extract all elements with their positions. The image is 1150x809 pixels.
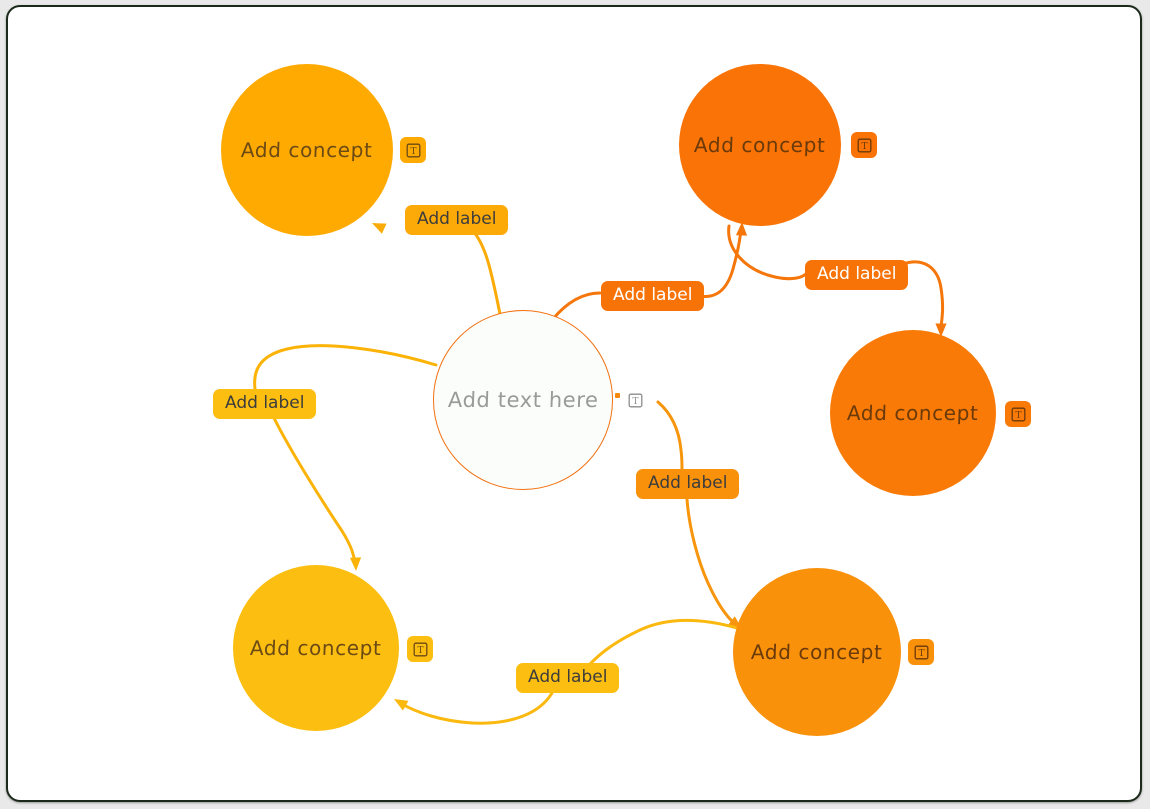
center-node-label: Add text here [447,388,599,412]
svg-text:T: T [918,649,924,659]
label-center-to-bottom-right[interactable]: Add label [636,469,740,499]
center-node-handle[interactable] [615,393,620,398]
concept-bottom-left[interactable]: Add concept [233,565,399,731]
concept-map-app: Add text here T Add concept T Add concept T Ad… [0,0,1150,809]
map-canvas[interactable]: Add text here T Add concept T Add concept T Ad… [0,0,1150,809]
edge-path[interactable] [727,224,809,281]
label-top-right-to-right[interactable]: Add label [805,260,909,290]
concept-node-label: Add concept [846,401,980,425]
concept-node-label: Add concept [240,138,374,162]
label-bottom-right-to-bottom-left[interactable]: Add label [516,663,620,693]
label-center-to-top-right[interactable]: Add label [601,281,705,311]
edge-path[interactable] [588,618,739,666]
concept-top-left[interactable]: Add concept [221,64,393,236]
edge-path[interactable] [656,400,684,471]
edge-arrowhead [394,699,409,711]
text-tool-icon-concept-bottom-left[interactable]: T [407,636,433,662]
edge-path[interactable] [253,344,438,391]
edge-path[interactable] [400,691,554,725]
edge-label-text: Add label [528,667,608,687]
text-tool-icon-concept-bottom-right[interactable]: T [908,639,934,665]
svg-text:T: T [632,397,638,407]
edge-arrowhead [349,557,362,571]
edge-label-text: Add label [613,285,693,305]
edge-path[interactable] [551,291,602,321]
concept-node-label: Add concept [750,640,884,664]
edge-path[interactable] [685,497,737,626]
edge-label-text: Add label [225,393,305,413]
label-center-to-bottom-left[interactable]: Add label [213,389,317,419]
edge-path[interactable] [272,416,357,565]
text-tool-icon-concept-top-left[interactable]: T [400,137,426,163]
label-to-top-left[interactable]: Add label [405,205,509,235]
concept-top-right[interactable]: Add concept [679,64,841,226]
edge-label-text: Add label [417,209,497,229]
center-node[interactable]: Add text here [433,310,613,490]
svg-text:T: T [417,646,423,656]
edge-label-text: Add label [817,264,897,284]
concept-node-label: Add concept [249,636,383,660]
text-tool-icon-center[interactable]: T [625,390,645,410]
text-tool-icon-concept-top-right[interactable]: T [851,132,877,158]
svg-text:T: T [1015,411,1021,421]
edge-label-text: Add label [648,473,728,493]
concept-node-label: Add concept [693,133,827,157]
svg-text:T: T [861,142,867,152]
text-tool-icon-concept-right[interactable]: T [1005,401,1031,427]
svg-text:T: T [410,147,416,157]
concept-bottom-right[interactable]: Add concept [733,568,901,736]
edge-arrowhead [372,223,387,234]
concept-right[interactable]: Add concept [830,330,996,496]
edge-path[interactable] [901,260,945,329]
edge-path[interactable] [697,228,743,299]
